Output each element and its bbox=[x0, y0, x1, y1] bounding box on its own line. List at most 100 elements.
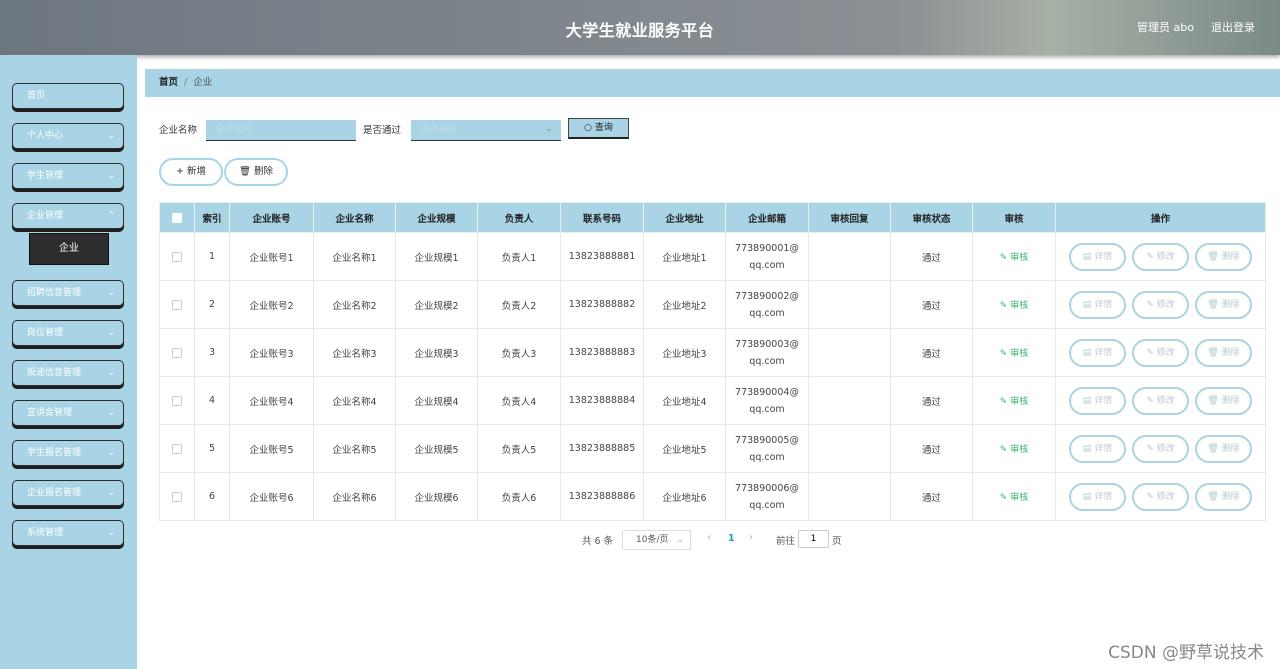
delete-button[interactable]: 🗑 删除 bbox=[1195, 338, 1252, 367]
detail-button[interactable]: ▤ 详情 bbox=[1069, 434, 1126, 463]
delete-button[interactable]: 🗑 删除 bbox=[1195, 290, 1252, 319]
trash-icon: 🗑 bbox=[1207, 347, 1219, 358]
add-button[interactable]: + 新增 bbox=[159, 158, 223, 186]
chevron-down-icon: ⌄ bbox=[107, 131, 115, 141]
sidebar-item-system-mgmt[interactable]: 系统管理 ⌄ bbox=[12, 520, 124, 546]
row-select-cell[interactable] bbox=[159, 376, 195, 425]
audit-label: 审核 bbox=[1010, 301, 1029, 311]
row-checkbox[interactable] bbox=[172, 299, 182, 310]
sidebar-item-student-signup[interactable]: 学生报名管理 ⌄ bbox=[12, 440, 124, 466]
audit-cell: ✎ 审核 bbox=[972, 328, 1056, 377]
page-number[interactable]: 1 bbox=[728, 533, 735, 544]
edit-button[interactable]: ✎ 修改 bbox=[1132, 242, 1189, 271]
edit-button[interactable]: ✎ 修改 bbox=[1132, 290, 1189, 319]
delete-button[interactable]: 🗑 删除 bbox=[1195, 482, 1252, 511]
document-icon: ▤ bbox=[1082, 491, 1092, 502]
operations-cell: ▤ 详情 ✎ 修改 🗑 删除 bbox=[1055, 280, 1266, 329]
row-checkbox[interactable] bbox=[172, 251, 182, 262]
sidebar-item-company-signup[interactable]: 企业报名管理 ⌄ bbox=[12, 480, 124, 506]
scale-cell: 企业规模5 bbox=[395, 424, 478, 473]
page-size-select[interactable]: 10条/页 ⌄ bbox=[622, 530, 691, 550]
edit-label: 修改 bbox=[1156, 299, 1175, 310]
select-all-checkbox[interactable] bbox=[172, 212, 182, 223]
audit-link[interactable]: ✎ 审核 bbox=[1000, 349, 1028, 359]
row-checkbox[interactable] bbox=[172, 443, 182, 454]
audit-link[interactable]: ✎ 审核 bbox=[1000, 253, 1028, 263]
sidebar-item-student-mgmt[interactable]: 学生管理 ⌄ bbox=[12, 163, 124, 189]
app-title: 大学生就业服务平台 bbox=[565, 21, 715, 40]
scale-cell: 企业规模3 bbox=[395, 328, 478, 377]
detail-button[interactable]: ▤ 详情 bbox=[1069, 242, 1126, 271]
email-cell: 773890006@ qq.com bbox=[725, 472, 809, 521]
logout-link[interactable]: 退出登录 bbox=[1211, 19, 1255, 35]
sidebar-item-personal-center[interactable]: 个人中心 ⌄ bbox=[12, 123, 124, 149]
column-header: 联系号码 bbox=[560, 202, 644, 233]
sidebar-item-company-mgmt[interactable]: 企业管理 ⌃ bbox=[12, 203, 124, 229]
audit-cell: ✎ 审核 bbox=[972, 424, 1056, 473]
row-select-cell[interactable] bbox=[159, 280, 195, 329]
email-part: 773890002@ bbox=[735, 290, 799, 302]
detail-button[interactable]: ▤ 详情 bbox=[1069, 386, 1126, 415]
delete-button[interactable]: 🗑 删除 bbox=[1195, 242, 1252, 271]
prev-page-icon[interactable]: ‹ bbox=[707, 532, 711, 543]
sidebar-item-recruit-info[interactable]: 招聘信息管理 ⌄ bbox=[12, 280, 124, 306]
sidebar-item-position-mgmt[interactable]: 岗位管理 ⌄ bbox=[12, 320, 124, 346]
row-checkbox[interactable] bbox=[172, 347, 182, 358]
sidebar-item-label: 首页 bbox=[27, 91, 46, 101]
edit-label: 修改 bbox=[1156, 395, 1175, 406]
manager-cell: 负责人6 bbox=[477, 472, 561, 521]
account-cell: 企业账号1 bbox=[229, 232, 314, 281]
edit-icon: ✎ bbox=[999, 301, 1008, 311]
edit-icon: ✎ bbox=[1146, 251, 1154, 262]
edit-button[interactable]: ✎ 修改 bbox=[1132, 482, 1189, 511]
audit-link[interactable]: ✎ 审核 bbox=[1000, 397, 1028, 407]
delete-label: 删除 bbox=[1221, 251, 1240, 262]
pass-status-select[interactable] bbox=[411, 120, 561, 141]
edit-button[interactable]: ✎ 修改 bbox=[1132, 386, 1189, 415]
detail-label: 详情 bbox=[1094, 395, 1113, 406]
detail-label: 详情 bbox=[1094, 491, 1113, 502]
column-header: 企业邮箱 bbox=[725, 202, 809, 233]
company-name-label: 企业名称 bbox=[159, 125, 198, 136]
row-select-cell[interactable] bbox=[159, 472, 195, 521]
sidebar-item-delivery-info[interactable]: 投递信息管理 ⌄ bbox=[12, 360, 124, 386]
audit-link[interactable]: ✎ 审核 bbox=[1000, 445, 1028, 455]
detail-button[interactable]: ▤ 详情 bbox=[1069, 290, 1126, 319]
next-page-icon[interactable]: › bbox=[749, 532, 753, 543]
row-select-cell[interactable] bbox=[159, 424, 195, 473]
detail-button[interactable]: ▤ 详情 bbox=[1069, 338, 1126, 367]
sidebar-subitem-company[interactable]: 企业 bbox=[29, 233, 109, 265]
breadcrumb-home[interactable]: 首页 bbox=[159, 77, 178, 88]
name-cell: 企业名称6 bbox=[313, 472, 396, 521]
row-checkbox[interactable] bbox=[172, 395, 182, 406]
select-all-cell[interactable] bbox=[159, 202, 195, 233]
edit-button[interactable]: ✎ 修改 bbox=[1132, 338, 1189, 367]
row-select-cell[interactable] bbox=[159, 232, 195, 281]
row-select-cell[interactable] bbox=[159, 328, 195, 377]
audit-link[interactable]: ✎ 审核 bbox=[1000, 301, 1028, 311]
query-button[interactable]: ○ 查询 bbox=[568, 118, 629, 139]
email-part: qq.com bbox=[749, 499, 785, 511]
audit-label: 审核 bbox=[1010, 493, 1029, 503]
batch-delete-button[interactable]: 🗑 删除 bbox=[224, 158, 288, 186]
edit-button[interactable]: ✎ 修改 bbox=[1132, 434, 1189, 463]
row-checkbox[interactable] bbox=[172, 491, 182, 502]
delete-button[interactable]: 🗑 删除 bbox=[1195, 434, 1252, 463]
detail-label: 详情 bbox=[1094, 299, 1113, 310]
operations-cell: ▤ 详情 ✎ 修改 🗑 删除 bbox=[1055, 472, 1266, 521]
index-cell: 5 bbox=[194, 424, 230, 473]
detail-button[interactable]: ▤ 详情 bbox=[1069, 482, 1126, 511]
chevron-down-icon: ⌄ bbox=[107, 328, 115, 338]
sidebar-item-seminar-mgmt[interactable]: 宣讲会管理 ⌄ bbox=[12, 400, 124, 426]
reply-cell bbox=[808, 376, 891, 425]
delete-button[interactable]: 🗑 删除 bbox=[1195, 386, 1252, 415]
chevron-down-icon: ⌄ bbox=[545, 124, 553, 134]
column-header: 负责人 bbox=[477, 202, 561, 233]
index-cell: 3 bbox=[194, 328, 230, 377]
audit-link[interactable]: ✎ 审核 bbox=[1000, 493, 1028, 503]
sidebar-item-home[interactable]: 首页 bbox=[12, 83, 124, 109]
company-name-input[interactable] bbox=[206, 120, 356, 141]
goto-page-input[interactable] bbox=[798, 530, 829, 548]
page-unit-label: 页 bbox=[832, 536, 842, 547]
email-cell: 773890002@ qq.com bbox=[725, 280, 809, 329]
